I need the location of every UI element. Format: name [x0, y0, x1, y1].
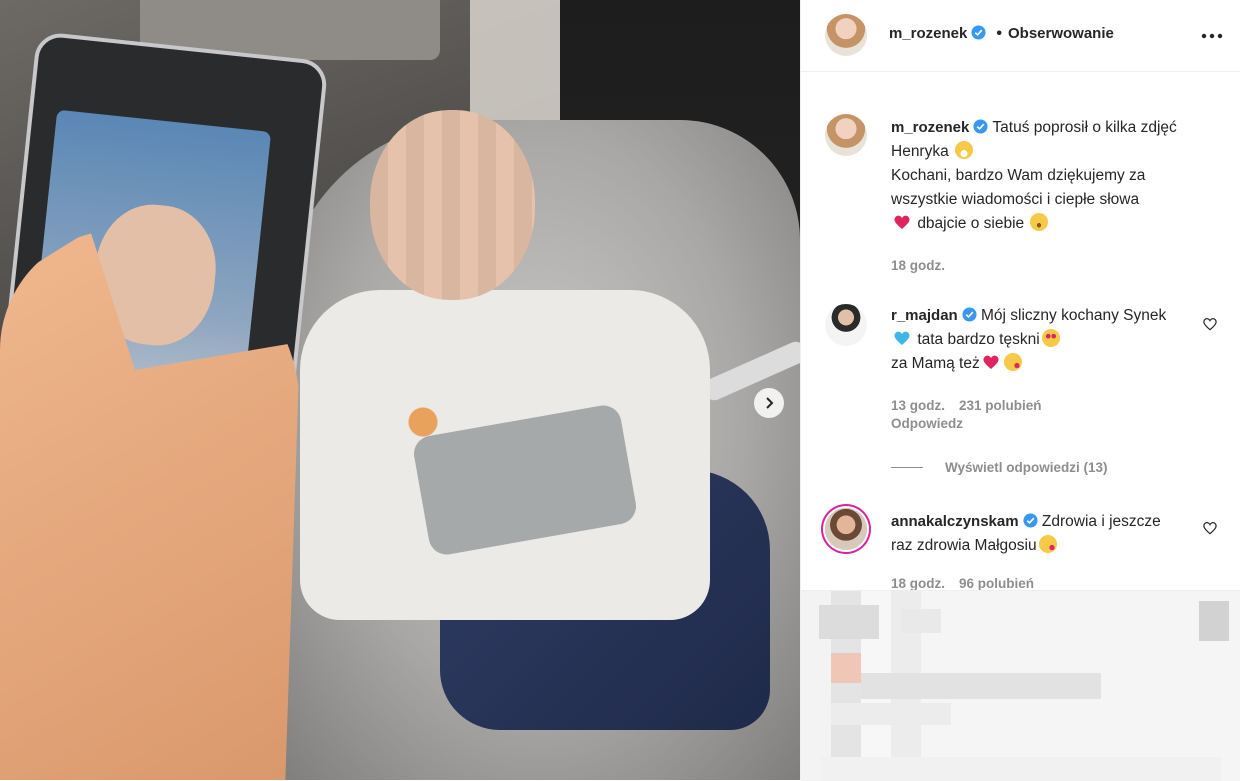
verified-badge-icon	[973, 119, 988, 134]
following-button[interactable]: Obserwowanie	[1008, 25, 1114, 42]
view-replies-button[interactable]: Wyświetl odpowiedzi (13)	[891, 460, 1108, 475]
comment-text-part-3: za Mamą też	[891, 355, 980, 372]
avatar[interactable]	[825, 114, 867, 156]
heart-outline-icon	[1203, 317, 1217, 330]
red-heart-emoji-icon	[894, 215, 910, 229]
post-header: m_rozenek • Obserwowanie	[801, 0, 1240, 72]
avatar[interactable]	[825, 14, 867, 56]
more-options-icon	[1201, 33, 1223, 39]
caption-line-2: Kochani, bardzo Wam dziękujemy za wszyst…	[891, 167, 1146, 208]
pixel-block	[831, 703, 951, 725]
heart-outline-icon	[1203, 521, 1217, 534]
like-comment-button[interactable]	[1201, 520, 1219, 538]
comment-username[interactable]: annakalczynskam	[891, 513, 1019, 530]
comment-timestamp[interactable]: 13 godz.	[891, 398, 945, 413]
pixelated-footer	[801, 590, 1240, 781]
post-photo[interactable]	[0, 0, 800, 780]
comment-username[interactable]: r_majdan	[891, 307, 958, 324]
post-side-panel: m_rozenek • Obserwowanie m_rozenek Tatuś p…	[800, 0, 1240, 781]
avatar[interactable]	[825, 304, 867, 346]
pixel-block	[821, 757, 1221, 781]
pixel-block	[831, 653, 861, 683]
pixel-block	[1199, 601, 1229, 641]
blue-heart-emoji-icon	[894, 331, 910, 345]
reply-button[interactable]: Odpowiedz	[891, 416, 963, 431]
caption-meta: 18 godz.	[891, 258, 959, 273]
verified-badge-icon	[971, 25, 986, 40]
verified-badge-icon	[962, 307, 977, 322]
comment-likes[interactable]: 96 polubień	[959, 576, 1034, 591]
comment-text: r_majdan Mój sliczny kochany Synek tata …	[891, 304, 1181, 376]
caption-line-3: dbajcie o siebie	[917, 215, 1025, 232]
comment-meta: 18 godz. 96 polubień	[891, 576, 1048, 591]
comment-text-part-2: tata bardzo tęskni	[917, 331, 1040, 348]
kiss-emoji-icon	[1038, 535, 1057, 553]
replies-divider-line	[891, 467, 923, 468]
caption-username[interactable]: m_rozenek	[891, 119, 969, 136]
caption-text: m_rozenek Tatuś poprosił o kilka zdjęć H…	[891, 116, 1211, 236]
comment-text-part-1: Mój sliczny kochany Synek	[981, 307, 1167, 324]
pixel-block	[819, 605, 879, 639]
separator-dot: •	[996, 25, 1002, 42]
photo-baby-head-pixelated	[370, 110, 535, 300]
caption-timestamp[interactable]: 18 godz.	[891, 258, 945, 273]
comment-likes[interactable]: 231 polubień	[959, 398, 1042, 413]
comment-meta: 13 godz. 231 polubień	[891, 398, 1056, 413]
more-options-button[interactable]	[1199, 22, 1225, 42]
avatar[interactable]	[825, 508, 867, 550]
comment-timestamp[interactable]: 18 godz.	[891, 576, 945, 591]
post-header-info: m_rozenek • Obserwowanie	[889, 25, 1114, 43]
pixel-block	[861, 673, 1101, 699]
kiss-emoji-icon	[1003, 353, 1022, 371]
verified-badge-icon	[1023, 513, 1038, 528]
author-username[interactable]: m_rozenek	[889, 25, 967, 42]
grinning-emoji-icon	[955, 141, 974, 159]
view-replies-label: Wyświetl odpowiedzi (13)	[945, 460, 1108, 475]
next-photo-button[interactable]	[754, 388, 784, 418]
comment-text: annakalczynskam Zdrowia i jeszcze raz zd…	[891, 510, 1181, 558]
red-heart-emoji-icon	[983, 355, 999, 369]
chevron-right-icon	[766, 397, 774, 409]
like-comment-button[interactable]	[1201, 316, 1219, 334]
pixel-block	[901, 609, 941, 633]
smiling-emoji-icon	[1030, 213, 1049, 231]
heart-eyes-emoji-icon	[1041, 329, 1060, 347]
